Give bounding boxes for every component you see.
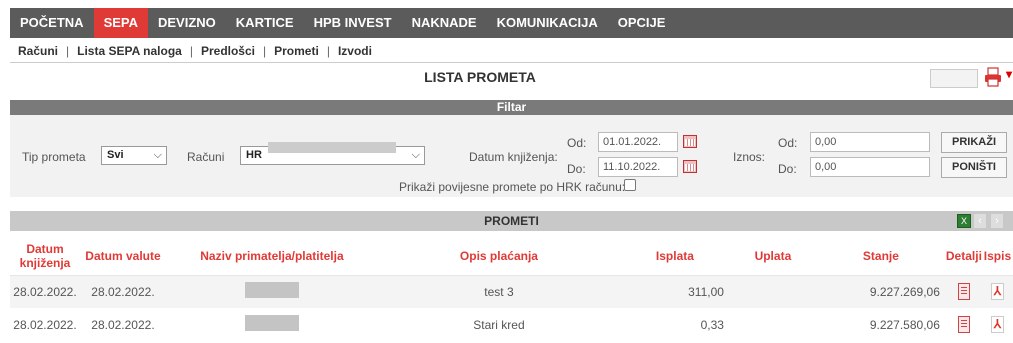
next-page-icon[interactable]: › — [991, 214, 1003, 228]
ponisti-button[interactable]: PONIŠTI — [941, 157, 1007, 178]
nav-devizno[interactable]: DEVIZNO — [148, 8, 226, 38]
cell-uplata — [729, 308, 816, 341]
tip-prometa-label: Tip prometa — [22, 150, 86, 164]
prev-page-icon[interactable]: ‹ — [974, 214, 986, 228]
col-detalji: Detalji — [945, 237, 982, 276]
col-ispis: Ispis — [981, 237, 1013, 276]
pdf-icon[interactable]: ⅄ — [990, 316, 1004, 333]
col-uplata[interactable]: Uplata — [729, 237, 816, 276]
details-icon[interactable] — [957, 316, 970, 333]
subnav-separator: | — [66, 44, 70, 58]
col-datum-knjizenja[interactable]: Datum knjiženja — [10, 237, 80, 276]
table-row: 28.02.2022. 28.02.2022. Stari kred 0,33 … — [10, 308, 1013, 341]
excel-icon[interactable]: X — [957, 214, 971, 228]
nav-opcije[interactable]: OPCIJE — [608, 8, 676, 38]
col-opis[interactable]: Opis plaćanja — [377, 237, 620, 276]
table-row: 28.02.2022. 28.02.2022. test 3 311,00 9.… — [10, 275, 1013, 308]
prometi-header: PROMETI — [10, 211, 1013, 231]
subnav-separator: | — [189, 44, 193, 58]
cell-opis: Stari kred — [377, 308, 620, 341]
cell-datum-knjizenja: 28.02.2022. — [10, 308, 80, 341]
filter-header: Filtar — [10, 100, 1013, 115]
redacted-name — [244, 315, 299, 331]
date-to-label: Do: — [567, 162, 586, 176]
amount-to-label: Do: — [778, 162, 797, 176]
more-icon[interactable]: ▾ — [1006, 67, 1013, 87]
cell-ispis: ⅄ — [981, 308, 1013, 341]
subnav-lista-sepa-naloga[interactable]: Lista SEPA naloga — [77, 44, 182, 58]
pdf-icon[interactable]: ⅄ — [990, 283, 1004, 301]
prikazi-button[interactable]: PRIKAŽI — [941, 132, 1007, 153]
col-stanje[interactable]: Stanje — [815, 237, 946, 276]
calendar-icon[interactable] — [683, 160, 697, 173]
sub-nav: Računi | Lista SEPA naloga | Predlošci |… — [18, 44, 372, 58]
amount-from-input[interactable]: 0,00 — [810, 132, 930, 152]
cell-isplata: 311,00 — [619, 275, 730, 308]
tip-prometa-value: Svi — [107, 149, 124, 161]
main-nav: POČETNA SEPA DEVIZNO KARTICE HPB INVEST … — [10, 8, 1013, 38]
subnav-separator: | — [263, 44, 267, 58]
nav-hpb-invest[interactable]: HPB INVEST — [304, 8, 402, 38]
page-size-field[interactable] — [930, 69, 978, 88]
racuni-value: HR — [246, 149, 262, 161]
divider — [10, 62, 1013, 63]
date-to-input[interactable]: 11.10.2022. — [598, 157, 678, 177]
subnav-predlosci[interactable]: Predlošci — [201, 44, 255, 58]
cell-uplata — [729, 275, 816, 308]
history-checkbox-label: Prikaži povijesne promete po HRK računu: — [399, 180, 626, 194]
nav-pocetna[interactable]: POČETNA — [10, 8, 94, 38]
amount-to-input[interactable]: 0,00 — [810, 157, 930, 177]
tip-prometa-select[interactable]: Svi ⌵ — [101, 146, 167, 165]
redacted-account — [268, 142, 396, 153]
col-naziv[interactable]: Naziv primatelja/platitelja — [165, 237, 378, 276]
nav-sepa[interactable]: SEPA — [93, 8, 148, 38]
chevron-down-icon: ⌵ — [153, 149, 162, 161]
cell-datum-knjizenja: 28.02.2022. — [10, 275, 80, 308]
cell-stanje: 9.227.269,06 — [815, 275, 946, 308]
nav-komunikacija[interactable]: KOMUNIKACIJA — [487, 8, 608, 38]
cell-detalji — [945, 308, 982, 341]
amount-from-label: Od: — [778, 136, 798, 150]
iznos-label: Iznos: — [733, 150, 766, 164]
col-datum-valute[interactable]: Datum valute — [79, 237, 166, 276]
racuni-label: Računi — [187, 150, 225, 164]
subnav-prometi[interactable]: Prometi — [274, 44, 319, 58]
cell-naziv — [165, 308, 378, 341]
nav-naknade[interactable]: NAKNADE — [402, 8, 487, 38]
cell-detalji — [945, 275, 982, 308]
chevron-down-icon: ⌵ — [411, 149, 420, 161]
details-icon[interactable] — [957, 283, 970, 301]
date-from-input[interactable]: 01.01.2022. — [598, 132, 678, 152]
cell-opis: test 3 — [377, 275, 620, 308]
cell-isplata: 0,33 — [619, 308, 730, 341]
cell-datum-valute: 28.02.2022. — [79, 275, 166, 308]
cell-naziv — [165, 275, 378, 308]
col-isplata[interactable]: Isplata — [619, 237, 730, 276]
subnav-separator: | — [326, 44, 330, 58]
transactions-table: Datum knjiženja Datum valute Naziv prima… — [10, 237, 1013, 341]
cell-datum-valute: 28.02.2022. — [79, 308, 166, 341]
date-from-label: Od: — [567, 136, 587, 150]
calendar-icon[interactable] — [683, 135, 697, 148]
cell-stanje: 9.227.580,06 — [815, 308, 946, 341]
subnav-racuni[interactable]: Računi — [18, 44, 58, 58]
subnav-izvodi[interactable]: Izvodi — [338, 44, 372, 58]
print-icon[interactable] — [984, 67, 1002, 87]
page-title: LISTA PROMETA — [424, 69, 536, 85]
nav-kartice[interactable]: KARTICE — [226, 8, 304, 38]
redacted-name — [244, 282, 299, 299]
datum-knjizenja-label: Datum knjiženja: — [469, 150, 558, 164]
cell-ispis: ⅄ — [981, 275, 1013, 308]
history-checkbox[interactable] — [624, 179, 636, 191]
